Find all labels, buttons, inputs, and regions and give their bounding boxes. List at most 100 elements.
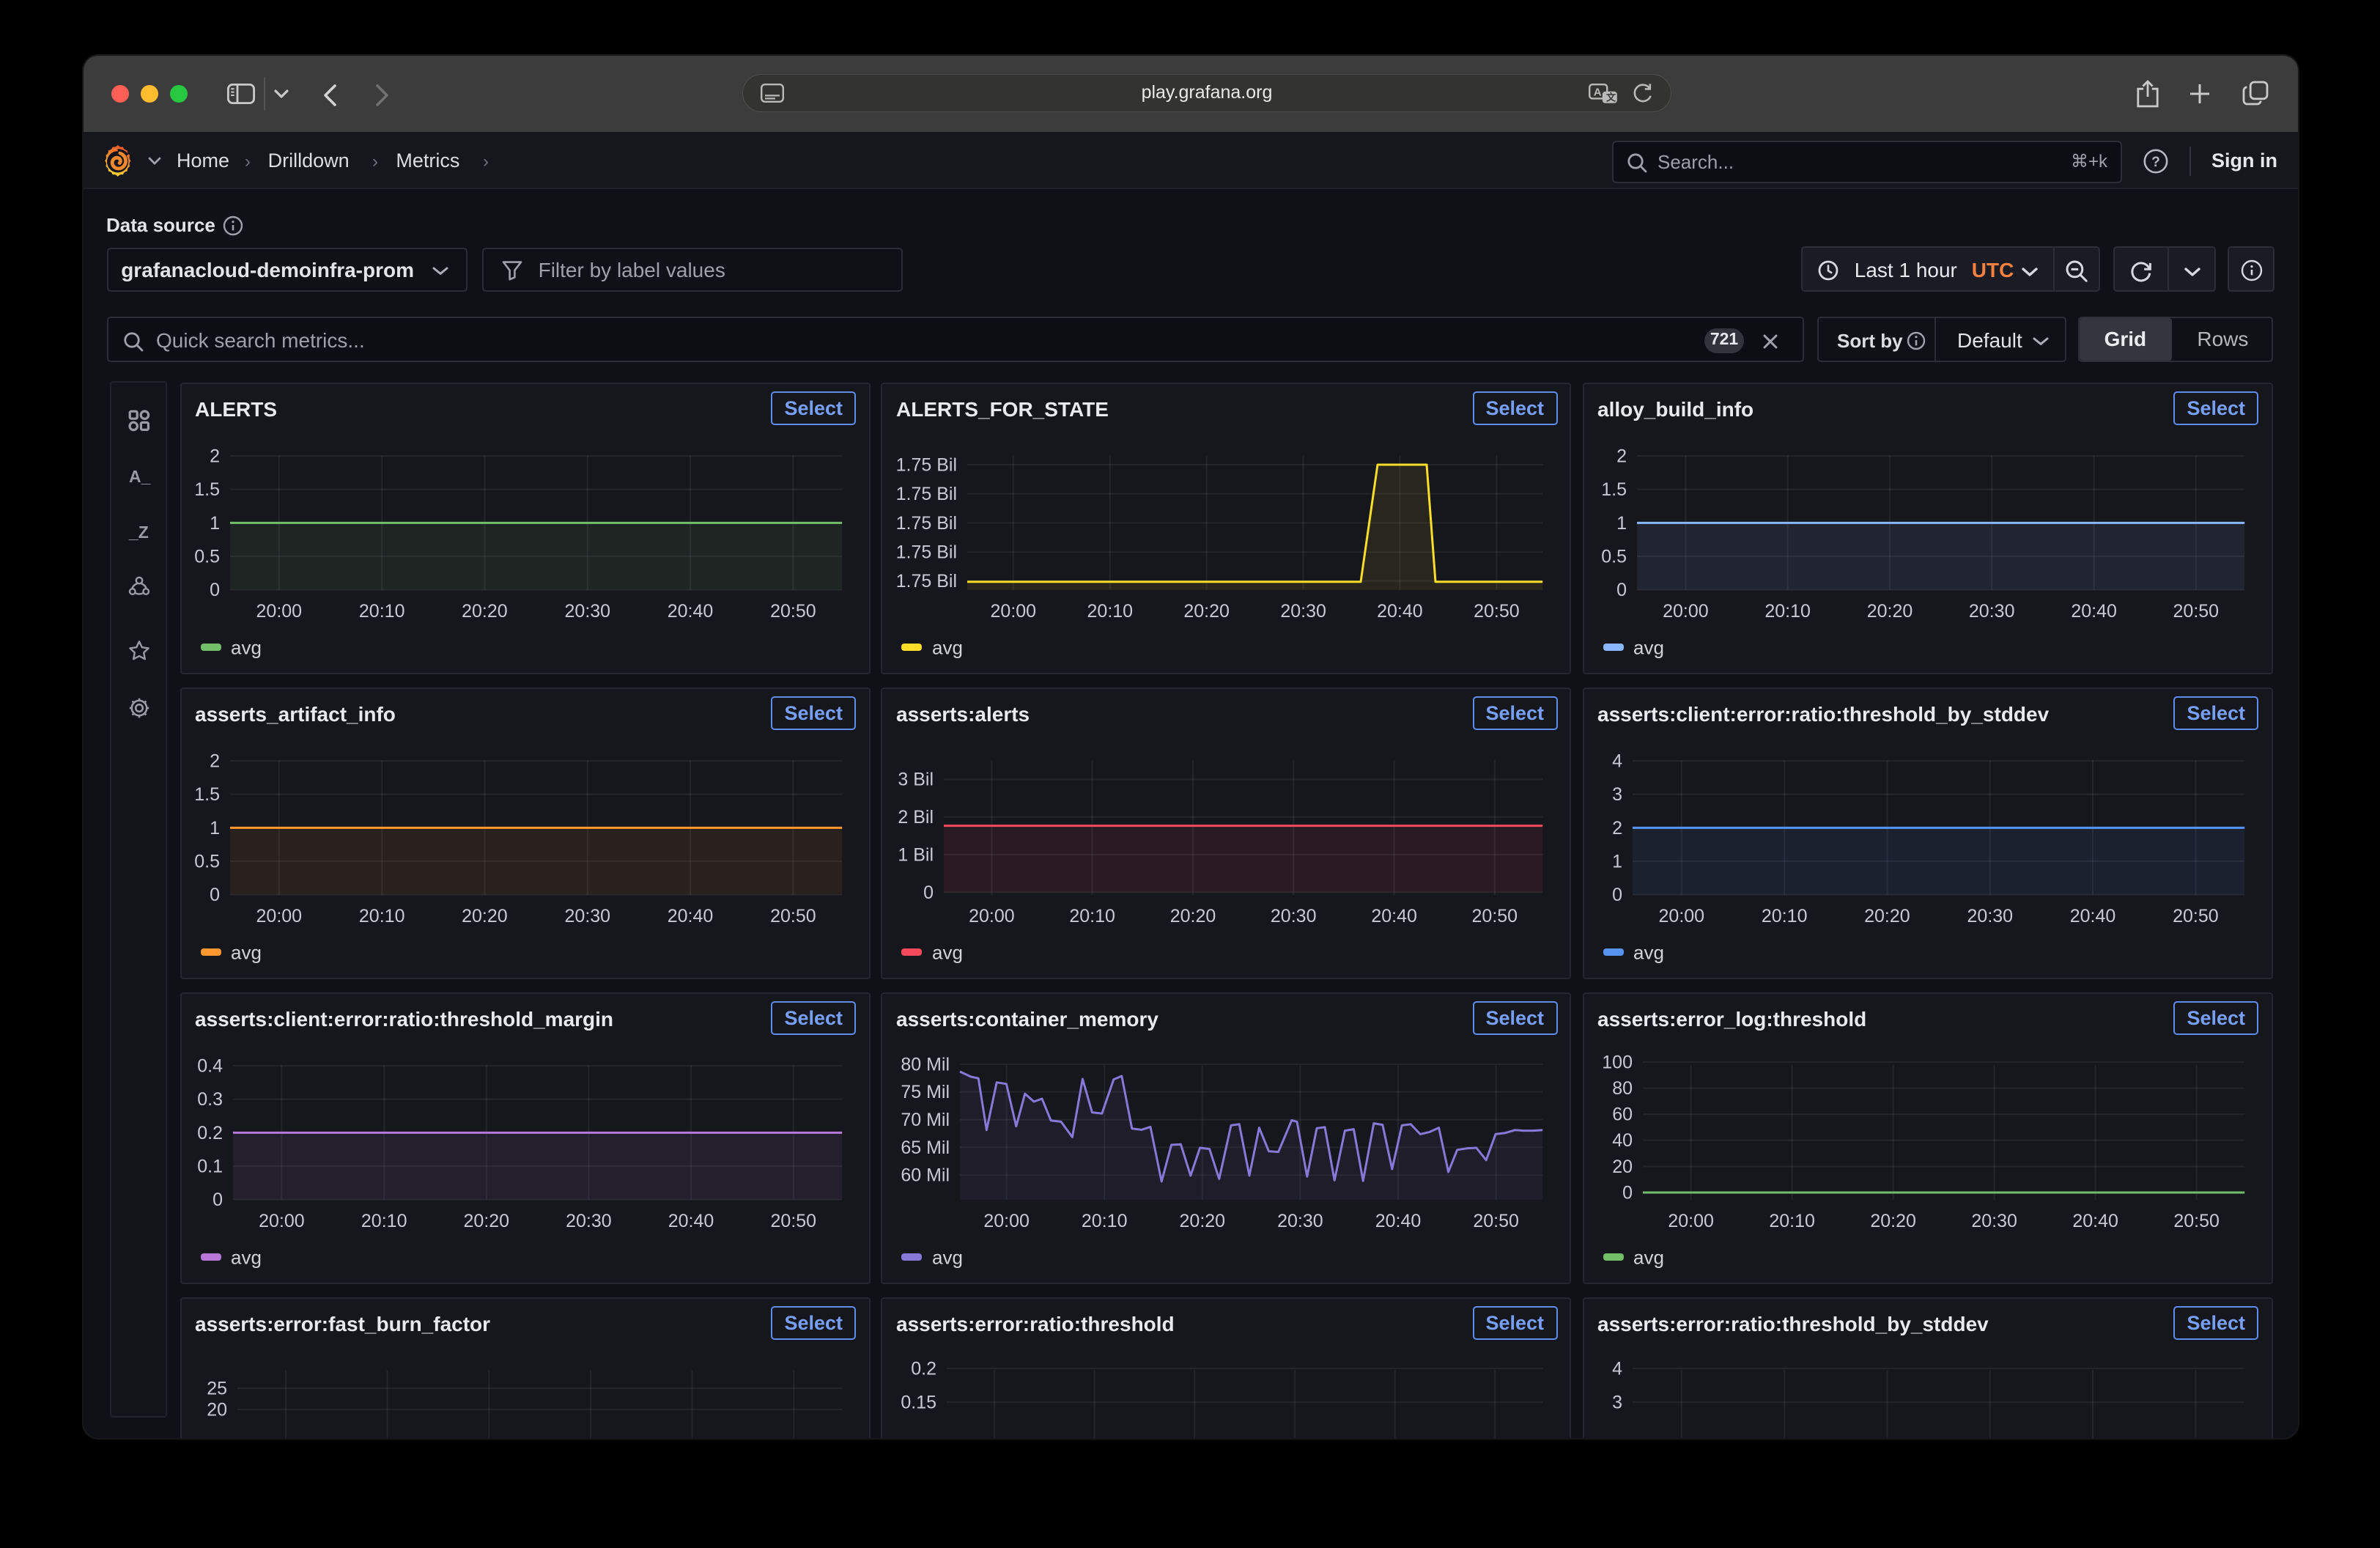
svg-text:20:40: 20:40 (2070, 600, 2116, 621)
svg-text:20:30: 20:30 (1970, 1210, 2017, 1231)
svg-text:1.5: 1.5 (193, 784, 219, 804)
svg-text:20:40: 20:40 (2069, 905, 2115, 926)
svg-text:20:10: 20:10 (358, 600, 404, 621)
svg-text:20:10: 20:10 (358, 905, 404, 926)
svg-text:20:30: 20:30 (564, 600, 610, 621)
svg-text:4: 4 (1611, 750, 1622, 770)
svg-text:A_: A_ (128, 467, 150, 486)
svg-text:1.75 Bil: 1.75 Bil (896, 483, 957, 504)
svg-text:0.5: 0.5 (193, 850, 219, 871)
svg-text:1.75 Bil: 1.75 Bil (896, 570, 957, 591)
svg-text:20:20: 20:20 (1170, 905, 1216, 926)
svg-text:20: 20 (206, 1398, 226, 1419)
svg-text:2 Bil: 2 Bil (898, 806, 934, 827)
svg-text:0: 0 (209, 579, 219, 600)
svg-text:20:00: 20:00 (1658, 905, 1704, 926)
svg-text:100: 100 (1601, 1051, 1632, 1072)
svg-text:20:50: 20:50 (1474, 600, 1520, 621)
svg-text:20:40: 20:40 (2072, 1210, 2118, 1231)
svg-text:?: ? (2151, 155, 2160, 170)
svg-text:20:30: 20:30 (1967, 905, 2013, 926)
svg-text:20:40: 20:40 (1371, 905, 1417, 926)
svg-text:20:00: 20:00 (256, 905, 302, 926)
svg-text:20:50: 20:50 (769, 905, 816, 926)
svg-text:20:40: 20:40 (668, 1210, 714, 1231)
svg-text:2: 2 (1616, 445, 1626, 465)
svg-text:20:20: 20:20 (463, 1210, 509, 1231)
svg-text:2: 2 (1611, 817, 1622, 838)
svg-text:20:30: 20:30 (1277, 1210, 1323, 1231)
svg-text:20:20: 20:20 (1866, 600, 1912, 621)
svg-text:0: 0 (212, 1189, 222, 1209)
svg-text:20:20: 20:20 (1180, 1210, 1226, 1231)
svg-text:1.5: 1.5 (1600, 479, 1626, 499)
svg-text:0.1: 0.1 (196, 1155, 222, 1176)
svg-text:1 Bil: 1 Bil (898, 844, 934, 864)
svg-text:0.15: 0.15 (901, 1391, 936, 1412)
svg-text:20:10: 20:10 (1069, 905, 1115, 926)
svg-text:20:30: 20:30 (564, 905, 610, 926)
svg-text:60 Mil: 60 Mil (901, 1165, 950, 1185)
svg-text:20:50: 20:50 (770, 1210, 816, 1231)
svg-text:20:50: 20:50 (2173, 1210, 2219, 1231)
svg-text:1: 1 (209, 512, 219, 533)
svg-text:0.2: 0.2 (911, 1357, 936, 1378)
svg-text:1: 1 (209, 817, 219, 838)
svg-text:20:20: 20:20 (1869, 1210, 1915, 1231)
svg-text:0: 0 (209, 884, 219, 904)
svg-text:80 Mil: 80 Mil (901, 1053, 950, 1074)
svg-text:20:50: 20:50 (2173, 600, 2219, 621)
svg-text:1.5: 1.5 (193, 479, 219, 499)
svg-text:60: 60 (1611, 1104, 1632, 1124)
svg-text:20:00: 20:00 (991, 600, 1037, 621)
svg-text:25: 25 (206, 1377, 226, 1398)
svg-text:80: 80 (1611, 1077, 1632, 1098)
svg-text:20:10: 20:10 (1082, 1210, 1128, 1231)
svg-text:65 Mil: 65 Mil (901, 1137, 950, 1157)
svg-text:20:50: 20:50 (2172, 905, 2218, 926)
svg-text:20:20: 20:20 (1863, 905, 1910, 926)
svg-text:20:30: 20:30 (1280, 600, 1326, 621)
svg-text:40: 40 (1611, 1129, 1632, 1150)
svg-text:0.4: 0.4 (196, 1055, 222, 1075)
svg-text:0.5: 0.5 (1600, 545, 1626, 566)
svg-text:20:40: 20:40 (667, 905, 713, 926)
svg-text:0: 0 (923, 882, 934, 902)
svg-text:20:40: 20:40 (1377, 600, 1423, 621)
svg-text:20:10: 20:10 (1761, 905, 1807, 926)
svg-text:20:50: 20:50 (1472, 905, 1518, 926)
svg-text:20:50: 20:50 (769, 600, 816, 621)
svg-text:70 Mil: 70 Mil (901, 1109, 950, 1129)
svg-text:3: 3 (1611, 784, 1622, 804)
svg-text:2: 2 (209, 750, 219, 770)
svg-text:3: 3 (1611, 1391, 1622, 1412)
svg-text:20:10: 20:10 (1087, 600, 1134, 621)
svg-text:20:00: 20:00 (983, 1210, 1030, 1231)
svg-text:1.75 Bil: 1.75 Bil (896, 542, 957, 562)
svg-text:20:00: 20:00 (1667, 1210, 1713, 1231)
svg-text:20:20: 20:20 (461, 600, 507, 621)
svg-text:文: 文 (1606, 92, 1616, 103)
svg-text:0.5: 0.5 (193, 545, 219, 566)
svg-text:4: 4 (1611, 1357, 1622, 1378)
svg-text:0.2: 0.2 (196, 1122, 222, 1143)
svg-text:20:10: 20:10 (361, 1210, 407, 1231)
svg-text:0: 0 (1611, 884, 1622, 904)
svg-text:A: A (1594, 86, 1602, 98)
svg-text:20:30: 20:30 (1271, 905, 1317, 926)
svg-text:20:20: 20:20 (1183, 600, 1230, 621)
svg-text:20:00: 20:00 (258, 1210, 304, 1231)
svg-text:20:40: 20:40 (1375, 1210, 1422, 1231)
svg-text:20:30: 20:30 (1968, 600, 2014, 621)
svg-text:20:00: 20:00 (969, 905, 1015, 926)
svg-text:20:20: 20:20 (461, 905, 507, 926)
svg-text:20:00: 20:00 (1662, 600, 1708, 621)
svg-text:0.3: 0.3 (196, 1088, 222, 1109)
svg-text:20:40: 20:40 (667, 600, 713, 621)
svg-text:20:30: 20:30 (565, 1210, 611, 1231)
svg-text:20:00: 20:00 (256, 600, 302, 621)
svg-text:1.75 Bil: 1.75 Bil (896, 454, 957, 474)
svg-text:20:10: 20:10 (1768, 1210, 1814, 1231)
svg-text:1.75 Bil: 1.75 Bil (896, 512, 957, 533)
svg-text:20: 20 (1611, 1156, 1632, 1176)
